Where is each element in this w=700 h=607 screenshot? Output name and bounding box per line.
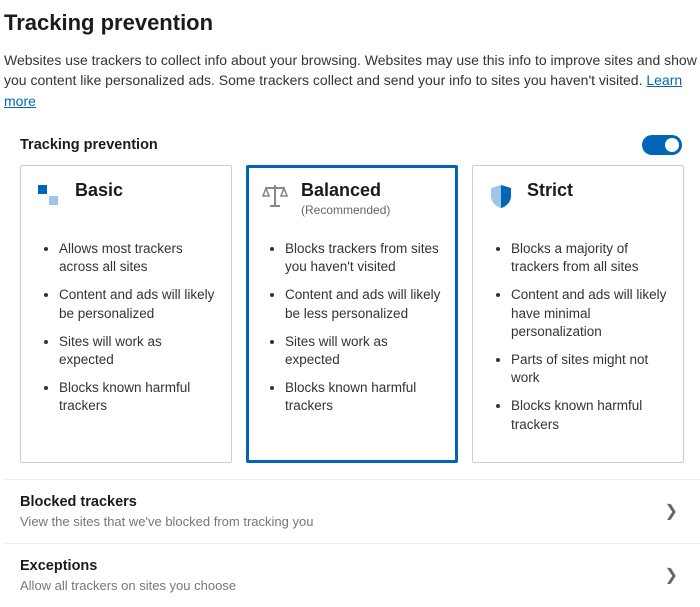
card-balanced[interactable]: Balanced (Recommended) Blocks trackers f…: [246, 165, 458, 463]
card-basic-head: Basic: [33, 180, 221, 226]
blocked-trackers-sub: View the sites that we've blocked from t…: [20, 514, 313, 529]
level-cards: Basic Allows most trackers across all si…: [4, 165, 700, 479]
tracking-panel: Tracking prevention Basic Allows most tr…: [4, 133, 700, 607]
page-title: Tracking prevention: [4, 10, 700, 36]
blocked-trackers-title: Blocked trackers: [20, 494, 313, 510]
exceptions-sub: Allow all trackers on sites you choose: [20, 578, 236, 593]
card-strict-head: Strict: [485, 180, 673, 226]
list-item: Content and ads will likely be personali…: [59, 286, 221, 322]
list-item: Content and ads will likely be less pers…: [285, 286, 447, 322]
chevron-right-icon: ❯: [665, 501, 678, 521]
list-item: Allows most trackers across all sites: [59, 240, 221, 276]
card-balanced-title: Balanced: [301, 180, 390, 202]
card-basic[interactable]: Basic Allows most trackers across all si…: [20, 165, 232, 463]
list-item: Parts of sites might not work: [511, 351, 673, 387]
list-item: Blocks a majority of trackers from all s…: [511, 240, 673, 276]
balance-scale-icon: [259, 180, 291, 212]
card-balanced-head: Balanced (Recommended): [259, 180, 447, 226]
shield-icon: [485, 180, 517, 212]
page-description: Websites use trackers to collect info ab…: [4, 50, 700, 111]
chevron-right-icon: ❯: [665, 565, 678, 585]
toggle-knob: [665, 138, 679, 152]
blocked-trackers-row[interactable]: Blocked trackers View the sites that we'…: [4, 479, 700, 543]
list-item: Sites will work as expected: [59, 333, 221, 369]
description-text: Websites use trackers to collect info ab…: [4, 52, 697, 88]
panel-header-label: Tracking prevention: [20, 137, 158, 153]
panel-header: Tracking prevention: [4, 133, 700, 165]
card-basic-title: Basic: [75, 180, 123, 202]
list-item: Blocks trackers from sites you haven't v…: [285, 240, 447, 276]
list-item: Content and ads will likely have minimal…: [511, 286, 673, 341]
list-item: Blocks known harmful trackers: [59, 379, 221, 415]
card-strict-title: Strict: [527, 180, 573, 202]
card-strict[interactable]: Strict Blocks a majority of trackers fro…: [472, 165, 684, 463]
recommended-label: (Recommended): [301, 203, 390, 217]
list-item: Sites will work as expected: [285, 333, 447, 369]
basic-icon: [33, 180, 65, 212]
list-item: Blocks known harmful trackers: [511, 397, 673, 433]
tracking-toggle[interactable]: [642, 135, 682, 155]
exceptions-row[interactable]: Exceptions Allow all trackers on sites y…: [4, 543, 700, 607]
list-item: Blocks known harmful trackers: [285, 379, 447, 415]
exceptions-title: Exceptions: [20, 558, 236, 574]
